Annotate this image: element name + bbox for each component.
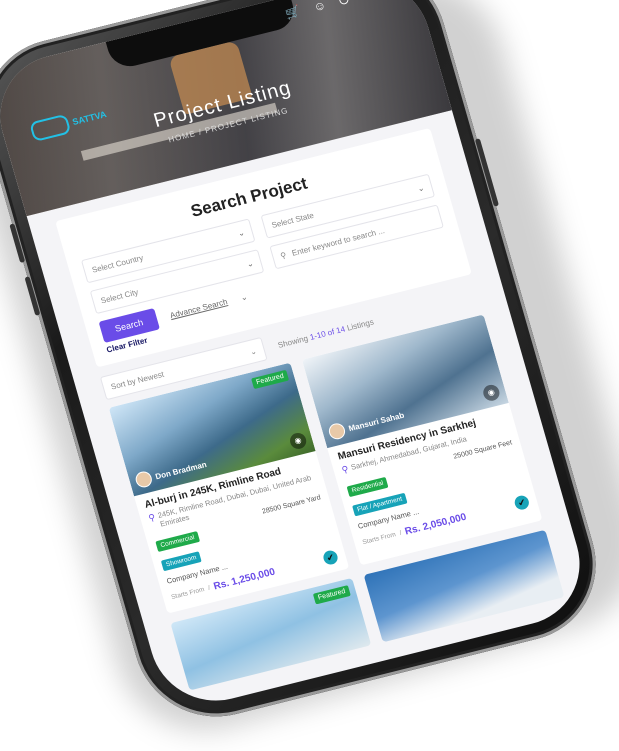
showing-range: 1-10 of 14 — [308, 324, 347, 342]
camera-icon[interactable]: ◉ — [481, 383, 502, 403]
avatar — [133, 469, 154, 490]
verified-check-icon: ✔ — [513, 494, 531, 512]
state-select-label: Select State — [270, 210, 315, 230]
category-tag: Residential — [346, 476, 389, 498]
agent-name: Mansuri Sahab — [347, 410, 406, 433]
starts-from-label: Starts From — [361, 530, 397, 546]
type-tag: Showroom — [160, 551, 202, 572]
featured-badge: Featured — [312, 585, 351, 605]
city-select-label: Select City — [99, 287, 140, 305]
chevron-down-icon: ⌄ — [236, 227, 246, 238]
featured-badge: Featured — [251, 369, 290, 390]
showing-prefix: Showing — [276, 333, 309, 350]
chevron-down-icon: ⌄ — [245, 258, 255, 269]
search-icon: ⚲ — [279, 250, 288, 261]
sort-select-label: Sort by Newest — [109, 369, 165, 392]
country-select-label: Select Country — [90, 252, 145, 275]
listing-card[interactable]: Mansuri Sahab ◉ Mansuri Residency in Sar… — [301, 314, 543, 566]
agent-name: Don Bradman — [154, 459, 208, 481]
showing-suffix: Listings — [345, 316, 375, 333]
price-separator: / — [398, 529, 403, 537]
starts-from-label: Starts From — [170, 585, 206, 601]
verified-check-icon: ✔ — [321, 549, 340, 566]
camera-icon[interactable]: ◉ — [288, 431, 309, 451]
chevron-down-icon: ⌄ — [239, 291, 249, 303]
price-separator: / — [207, 584, 211, 592]
chevron-down-icon: ⌄ — [416, 182, 426, 194]
phone-mockup: 🛒 ☺ ⏻ ☰ SATTVA Project Listing HOME / PR… — [0, 0, 615, 734]
chevron-down-icon: ⌄ — [248, 346, 258, 357]
avatar — [327, 421, 347, 441]
category-tag: Commercial — [155, 531, 200, 553]
location-pin-icon: ⚲ — [340, 463, 350, 476]
